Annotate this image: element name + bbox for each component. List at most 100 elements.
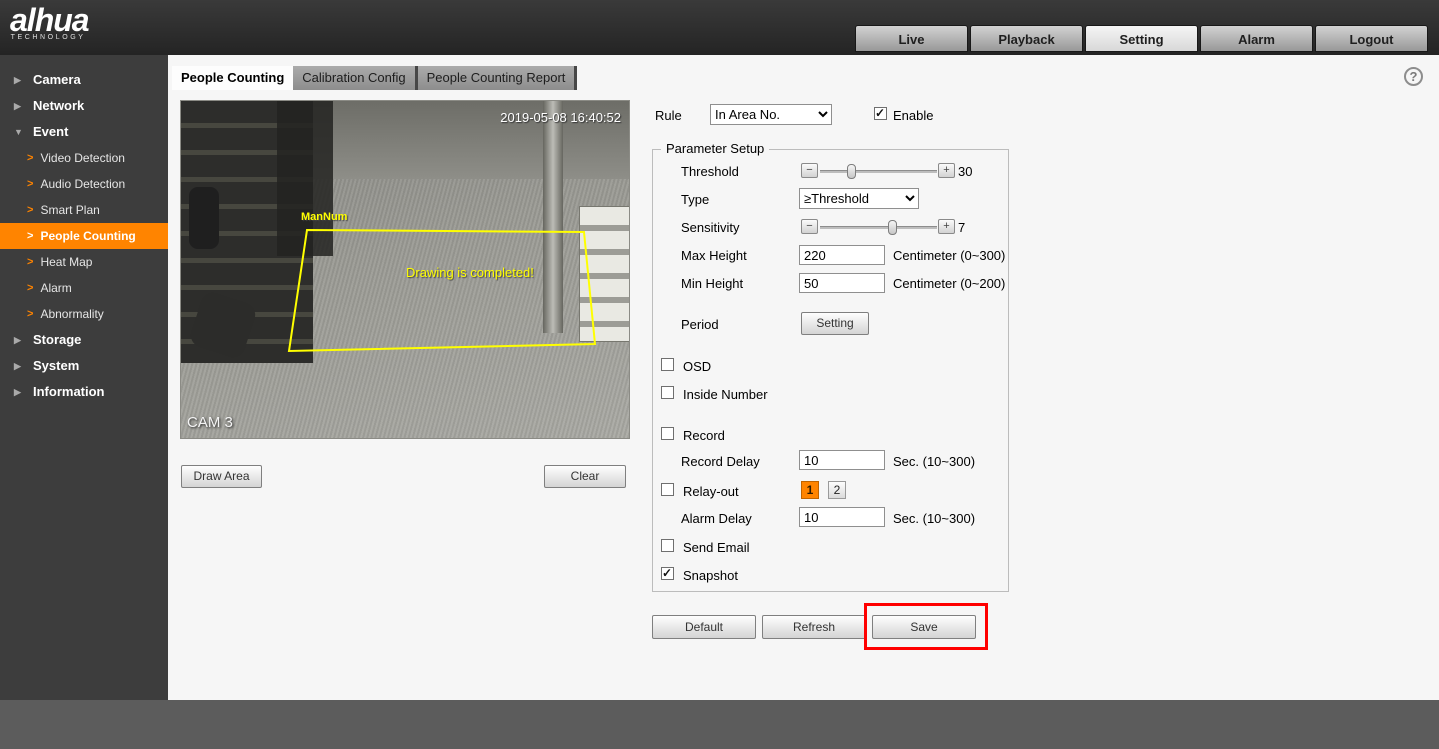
min-height-input[interactable] [799,273,885,293]
collapse-arrow-icon: ▶ [14,361,21,371]
sidebar-label: Smart Plan [40,203,100,217]
period-label: Period [681,317,719,332]
dahua-logo: alhua TECHNOLOGY [10,3,90,41]
help-icon[interactable]: ? [1404,67,1423,86]
sidebar-label: Network [33,98,85,113]
osd-checkbox[interactable] [661,358,674,371]
snapshot-label: Snapshot [683,568,738,583]
nav-setting-button[interactable]: Setting [1085,25,1198,52]
drawing-status-text: Drawing is completed! [406,265,534,280]
main-nav: Live Playback Setting Alarm Logout [855,25,1428,52]
clear-button[interactable]: Clear [544,465,626,488]
chevron-right-icon: > [27,308,34,320]
alarm-delay-input[interactable] [799,507,885,527]
threshold-slider-handle[interactable] [847,164,856,179]
sidebar-item-people-counting[interactable]: > People Counting [0,223,168,249]
expand-arrow-icon: ▼ [14,127,23,137]
osd-label: OSD [683,359,712,374]
alarm-delay-label: Alarm Delay [681,511,752,526]
threshold-slider[interactable] [820,164,937,179]
tab-calibration-config[interactable]: Calibration Config [293,66,418,90]
nav-logout-button[interactable]: Logout [1315,25,1428,52]
record-delay-label: Record Delay [681,454,760,469]
sidebar-label: Heat Map [40,255,93,269]
sidebar: ▶ Camera ▶ Network ▼ Event > Video Detec… [0,55,168,700]
max-height-unit: Centimeter (0~300) [893,248,1006,263]
sidebar-item-video-detection[interactable]: > Video Detection [0,145,168,171]
max-height-input[interactable] [799,245,885,265]
snapshot-checkbox[interactable] [661,566,674,580]
sidebar-item-network[interactable]: ▶ Network [0,93,168,119]
record-delay-unit: Sec. (10~300) [893,454,976,469]
rule-label: Rule [655,108,682,123]
sidebar-label: Video Detection [40,151,125,165]
sidebar-label: System [33,358,80,373]
nav-live-button[interactable]: Live [855,25,968,52]
period-setting-button[interactable]: Setting [801,312,869,335]
enable-checkbox[interactable] [874,106,887,120]
chevron-right-icon: > [27,256,34,268]
parameter-setup-group: Parameter Setup Threshold − + 30 Type ≥T… [652,141,1009,592]
inside-number-checkbox[interactable] [661,386,674,399]
content-tabs: People Counting Calibration Config Peopl… [172,66,578,90]
chevron-right-icon: > [27,282,34,294]
sidebar-item-information[interactable]: ▶ Information [0,379,168,405]
type-label: Type [681,192,710,207]
area-name-label: ManNum [301,211,348,223]
type-select[interactable]: ≥Threshold [799,188,919,209]
collapse-arrow-icon: ▶ [14,101,21,111]
save-button[interactable]: Save [872,615,976,639]
tab-people-counting[interactable]: People Counting [172,66,294,90]
relay-out-2-button[interactable]: 2 [828,481,846,499]
sidebar-item-system[interactable]: ▶ System [0,353,168,379]
sidebar-label: People Counting [40,229,136,243]
threshold-minus-button[interactable]: − [801,163,818,178]
record-delay-input[interactable] [799,450,885,470]
sidebar-item-event[interactable]: ▼ Event [0,119,168,145]
threshold-plus-button[interactable]: + [938,163,955,178]
min-height-unit: Centimeter (0~200) [893,276,1006,291]
relay-out-checkbox[interactable] [661,483,674,496]
rule-select[interactable]: In Area No. [710,104,832,125]
sensitivity-slider[interactable] [820,220,937,235]
nav-alarm-button[interactable]: Alarm [1200,25,1313,52]
relay-out-1-button[interactable]: 1 [801,481,819,499]
refresh-button[interactable]: Refresh [762,615,866,639]
sidebar-label: Information [33,384,105,399]
inside-number-label: Inside Number [683,387,768,402]
send-email-checkbox[interactable] [661,539,674,552]
record-checkbox[interactable] [661,427,674,440]
nav-playback-button[interactable]: Playback [970,25,1083,52]
sensitivity-plus-button[interactable]: + [938,219,955,234]
sidebar-label: Camera [33,72,81,87]
default-button[interactable]: Default [652,615,756,639]
sidebar-label: Abnormality [40,307,104,321]
threshold-value: 30 [958,164,973,179]
sidebar-label: Audio Detection [40,177,126,191]
chevron-right-icon: > [27,204,34,216]
video-preview[interactable]: 2019-05-08 16:40:52 ManNum Drawing is co… [180,100,630,439]
sidebar-item-smart-plan[interactable]: > Smart Plan [0,197,168,223]
draw-area-button[interactable]: Draw Area [181,465,262,488]
sidebar-item-alarm[interactable]: > Alarm [0,275,168,301]
sidebar-item-camera[interactable]: ▶ Camera [0,67,168,93]
sensitivity-slider-handle[interactable] [888,220,897,235]
sidebar-item-abnormality[interactable]: > Abnormality [0,301,168,327]
sensitivity-minus-button[interactable]: − [801,219,818,234]
video-timestamp: 2019-05-08 16:40:52 [500,110,621,125]
sidebar-item-audio-detection[interactable]: > Audio Detection [0,171,168,197]
collapse-arrow-icon: ▶ [14,387,21,397]
dahua-web-app: alhua TECHNOLOGY Live Playback Setting A… [0,0,1439,749]
sidebar-item-heat-map[interactable]: > Heat Map [0,249,168,275]
chevron-right-icon: > [27,178,34,190]
tab-people-counting-report[interactable]: People Counting Report [417,66,578,90]
parameter-setup-title: Parameter Setup [661,141,770,156]
sidebar-item-storage[interactable]: ▶ Storage [0,327,168,353]
relay-out-label: Relay-out [683,484,739,499]
camera-name-label: CAM 3 [187,414,233,431]
sidebar-label: Event [33,124,69,139]
main-content: People Counting Calibration Config Peopl… [168,55,1439,700]
threshold-label: Threshold [681,164,739,179]
sensitivity-value: 7 [958,220,966,235]
collapse-arrow-icon: ▶ [14,75,21,85]
